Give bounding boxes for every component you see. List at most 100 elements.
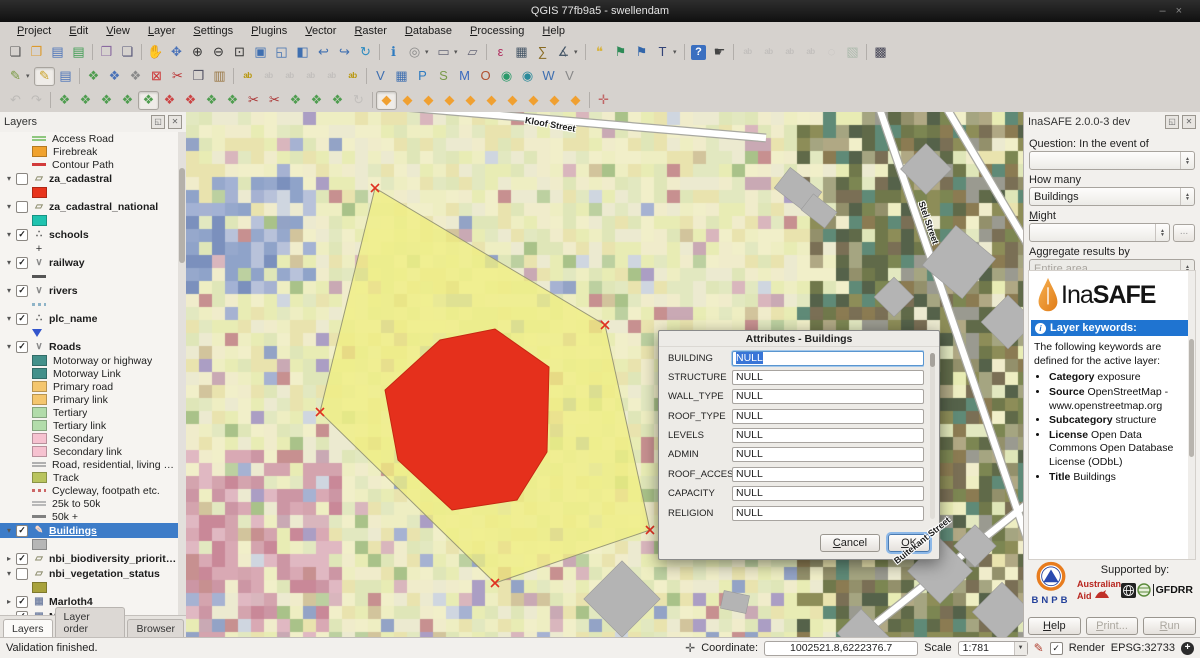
legend-swatch[interactable] [0, 214, 178, 227]
layer-checkbox[interactable] [16, 173, 28, 185]
menu-help[interactable]: Help [533, 25, 574, 37]
paste-features-icon[interactable]: ▥ [209, 66, 230, 86]
scale-combo[interactable]: 1:781▼ [958, 641, 1028, 656]
offset-curve-icon[interactable]: ❖ [201, 90, 222, 110]
add-raster-layer-icon[interactable]: ▦ [391, 66, 412, 86]
delete-selected-icon[interactable]: ⊠ [146, 66, 167, 86]
expander-open-icon[interactable]: ▾ [4, 286, 14, 295]
dropdown-caret-icon[interactable]: ▾ [574, 48, 582, 56]
new-project-icon[interactable]: ❏ [5, 42, 26, 62]
zoom-native-icon[interactable]: ⊡ [229, 42, 250, 62]
fill-ring-icon[interactable]: ❖ [138, 91, 159, 110]
tab-layers[interactable]: Layers [3, 619, 53, 638]
highlight-pinned-labels-icon[interactable]: ◌ [821, 42, 842, 62]
whats-this-icon[interactable]: ☛ [709, 42, 730, 62]
coordinate-input[interactable]: 1002521.8,6222376.7 [764, 641, 918, 656]
layer-roads[interactable]: ▾✓∨Roads [0, 339, 178, 354]
layer-checkbox[interactable]: ✓ [16, 229, 28, 241]
dialog-scrollbar[interactable] [930, 353, 935, 519]
legend-swatch[interactable] [0, 298, 178, 311]
legend-swatch[interactable] [0, 538, 178, 551]
rotate-feature-icon[interactable]: ❖ [54, 90, 75, 110]
add-feature-icon[interactable]: ❖ [83, 66, 104, 86]
zoom-last-icon[interactable]: ↩ [313, 42, 334, 62]
add-wms-layer-icon[interactable]: ◉ [496, 66, 517, 86]
check-geometry-icon[interactable]: ↻ [348, 90, 369, 110]
rotate-label-icon[interactable]: ab [758, 42, 779, 62]
layer-za-cadastral[interactable]: ▾▱za_cadastral [0, 171, 178, 186]
pin-unpin-labels-icon[interactable]: ab [258, 66, 279, 86]
menu-project[interactable]: Project [8, 25, 60, 37]
expander-open-icon[interactable]: ▾ [4, 174, 14, 183]
dropdown-caret-icon[interactable]: ▾ [425, 48, 433, 56]
scrollbar-thumb[interactable] [179, 168, 185, 263]
legend-road-residential-living-street[interactable]: Road, residential, living street, ... [0, 458, 178, 471]
layers-scrollbar[interactable] [178, 132, 186, 616]
expander-open-icon[interactable]: ▾ [4, 230, 14, 239]
show-hide-labels-icon[interactable]: ab [800, 42, 821, 62]
dropdown-caret-icon[interactable]: ▾ [26, 72, 34, 80]
legend-secondary-link[interactable]: Secondary link [0, 445, 178, 458]
panel-close-icon[interactable]: ✕ [168, 115, 182, 129]
dropdown-caret-icon[interactable]: ▾ [673, 48, 681, 56]
layer-schools[interactable]: ▾✓∴schools [0, 227, 178, 242]
select-by-expression-icon[interactable]: ε [490, 42, 511, 62]
layer-nbi-biodiversity-priority-are[interactable]: ▸✓▱nbi_biodiversity_priority_are... [0, 551, 178, 566]
merge-features-icon[interactable]: ❖ [285, 90, 306, 110]
report-scrollbar[interactable] [1188, 271, 1195, 559]
expander-open-icon[interactable]: ▾ [4, 569, 14, 578]
reshape-features-icon[interactable]: ❖ [222, 90, 243, 110]
open-project-icon[interactable]: ❐ [26, 42, 47, 62]
simplify-feature-icon[interactable]: ❖ [75, 90, 96, 110]
menu-view[interactable]: View [97, 25, 139, 37]
add-postgis-layer-icon[interactable]: P [412, 66, 433, 86]
add-vector-layer-icon[interactable]: V [370, 66, 391, 86]
zoom-to-selection-icon[interactable]: ◱ [271, 42, 292, 62]
zoom-out-icon[interactable]: ⊖ [208, 42, 229, 62]
layer-checkbox[interactable]: ✓ [16, 525, 28, 537]
legend-primary-link[interactable]: Primary link [0, 393, 178, 406]
diagram-options-icon[interactable]: ▧ [842, 42, 863, 62]
inasafe-keywords-editor-icon[interactable]: ◆ [397, 90, 418, 110]
help-button[interactable]: Help [1028, 617, 1081, 635]
layer-checkbox[interactable] [16, 568, 28, 580]
impact-function-options-button[interactable]: ... [1173, 224, 1195, 242]
dropdown-caret-icon[interactable]: ▾ [454, 48, 462, 56]
field-input-roof_acces[interactable]: NULL [732, 467, 924, 482]
layer-checkbox[interactable] [16, 201, 28, 213]
expander-open-icon[interactable]: ▾ [4, 342, 14, 351]
add-mssql-layer-icon[interactable]: M [454, 66, 475, 86]
split-parts-icon[interactable]: ✂ [264, 90, 285, 110]
legend-secondary[interactable]: Secondary [0, 432, 178, 445]
spin-arrows-icon[interactable]: ▲▼ [1155, 224, 1169, 241]
legend-motorway-link[interactable]: Motorway Link [0, 367, 178, 380]
cut-features-icon[interactable]: ✂ [167, 66, 188, 86]
toggle-editing-icon[interactable]: ✎ [34, 67, 55, 86]
coordinate-capture-icon[interactable]: ✛ [685, 641, 695, 655]
deselect-features-icon[interactable]: ▱ [462, 42, 483, 62]
legend-swatch[interactable] [0, 326, 178, 339]
layer-railway[interactable]: ▾✓∨railway [0, 255, 178, 270]
merge-attributes-icon[interactable]: ❖ [306, 90, 327, 110]
inasafe-shakemap-import-icon[interactable]: ◆ [544, 90, 565, 110]
menu-vector[interactable]: Vector [296, 25, 345, 37]
layer-rivers[interactable]: ▾✓∨rivers [0, 283, 178, 298]
snapping-crosshair-icon[interactable]: ✛ [593, 90, 614, 110]
run-button[interactable]: Run [1143, 617, 1196, 635]
new-shapefile-layer-icon[interactable]: V [559, 66, 580, 86]
expander-open-icon[interactable]: ▾ [4, 258, 14, 267]
field-input-wall_type[interactable]: NULL [732, 389, 924, 404]
split-features-icon[interactable]: ✂ [243, 90, 264, 110]
menu-processing[interactable]: Processing [461, 25, 533, 37]
scrollbar-thumb[interactable] [1189, 339, 1194, 457]
legend-tertiary-link[interactable]: Tertiary link [0, 419, 178, 432]
close-button[interactable]: × [1176, 5, 1192, 17]
legend-motorway-or-highway[interactable]: Motorway or highway [0, 354, 178, 367]
legend-firebreak[interactable]: Firebreak [0, 145, 178, 158]
cancel-button[interactable]: Cancel [820, 534, 880, 552]
pan-map-icon[interactable]: ✋ [145, 42, 166, 62]
legend-cycleway-footpath-etc[interactable]: Cycleway, footpath etc. [0, 484, 178, 497]
move-label-icon[interactable]: ab [737, 42, 758, 62]
add-spatialite-layer-icon[interactable]: S [433, 66, 454, 86]
inasafe-options-icon[interactable]: ◆ [481, 90, 502, 110]
